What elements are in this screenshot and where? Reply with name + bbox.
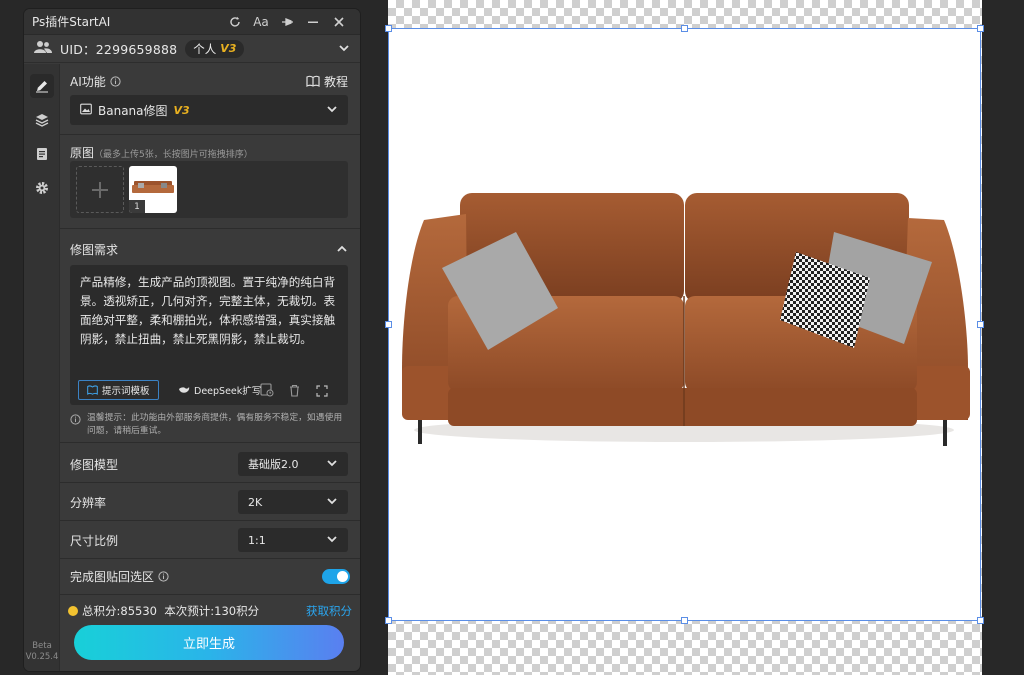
ai-function-header: AI功能 xyxy=(70,72,121,91)
ai-function-dropdown[interactable]: Banana修图 V3 xyxy=(70,95,348,125)
trash-icon[interactable] xyxy=(288,382,301,401)
layers-icon[interactable] xyxy=(30,108,54,132)
paste-back-row: 完成图贴回选区 xyxy=(60,558,360,594)
settings-gear-icon[interactable] xyxy=(30,176,54,200)
model-value: 基础版2.0 xyxy=(248,458,299,471)
version-label: Beta V0.25.4 xyxy=(24,641,60,663)
ratio-row: 尺寸比例 1:1 xyxy=(60,522,360,558)
edit-pen-icon[interactable] xyxy=(30,74,54,98)
version-number: V0.25.4 xyxy=(25,652,59,662)
source-image-tray: 1 xyxy=(70,161,348,218)
plugin-sidebar: Beta V0.25.4 xyxy=(24,64,60,671)
book-icon xyxy=(306,72,320,91)
resolution-row: 分辨率 2K xyxy=(60,484,360,520)
thumbnail-index: 1 xyxy=(129,200,145,213)
ai-function-version: V3 xyxy=(173,103,190,117)
ai-function-label: AI功能 xyxy=(70,75,106,89)
source-image-hint: （最多上传5张，长按图片可拖拽排序） xyxy=(94,150,253,160)
resolution-dropdown[interactable]: 2K xyxy=(238,490,348,514)
generate-button[interactable]: 立即生成 xyxy=(74,625,344,660)
document-image[interactable] xyxy=(388,28,981,621)
tutorial-link[interactable]: 教程 xyxy=(306,72,348,91)
notice-text: 温馨提示：此功能由外部服务商提供，偶有服务不稳定，如遇使用问题，请稍后重试。 xyxy=(87,413,343,436)
add-image-button[interactable] xyxy=(76,166,124,213)
pin-icon[interactable] xyxy=(274,12,300,32)
close-icon[interactable] xyxy=(326,12,352,32)
minimize-icon[interactable] xyxy=(300,12,326,32)
plan-badge: 个人 V3 xyxy=(185,39,245,58)
coin-icon xyxy=(68,606,78,616)
source-image-label: 原图 xyxy=(70,146,95,160)
chevron-down-icon[interactable] xyxy=(338,39,350,58)
model-dropdown[interactable]: 基础版2.0 xyxy=(238,452,348,476)
users-icon xyxy=(34,39,52,58)
startai-plugin-panel: Ps插件StartAI Aa UID：2299659888 个人 V3 Beta… xyxy=(24,9,360,671)
info-icon[interactable] xyxy=(158,570,169,582)
prompt-text[interactable]: 产品精修，生成产品的顶视图。置于纯净的纯白背景。透视矫正，几何对齐，完整主体，无… xyxy=(80,273,340,349)
ai-function-selected: Banana修图 xyxy=(98,103,168,118)
source-thumbnail[interactable]: 1 xyxy=(129,166,177,213)
plugin-title: Ps插件StartAI xyxy=(32,15,111,29)
refresh-icon[interactable] xyxy=(222,12,248,32)
user-bar[interactable]: UID：2299659888 个人 V3 xyxy=(24,35,360,63)
book-icon xyxy=(87,385,98,395)
paste-back-label: 完成图贴回选区 xyxy=(70,569,155,584)
chevron-down-icon xyxy=(326,457,338,472)
get-points-link[interactable]: 获取积分 xyxy=(306,603,352,619)
notice: 温馨提示：此功能由外部服务商提供，偶有服务不稳定，如遇使用问题，请稍后重试。 xyxy=(70,412,348,438)
plugin-titlebar[interactable]: Ps插件StartAI Aa xyxy=(24,9,360,35)
chevron-down-icon xyxy=(326,533,338,548)
divider xyxy=(60,228,360,229)
model-label: 修图模型 xyxy=(70,457,119,472)
resolution-value: 2K xyxy=(248,495,263,509)
plus-icon xyxy=(92,181,108,198)
model-row: 修图模型 基础版2.0 xyxy=(60,446,360,482)
info-icon[interactable] xyxy=(110,72,121,91)
deepseek-label: DeepSeek扩写 xyxy=(194,386,262,397)
chevron-down-icon xyxy=(326,495,338,510)
uid-label: UID：2299659888 xyxy=(60,42,178,57)
prompt-textarea[interactable]: 产品精修，生成产品的顶视图。置于纯净的纯白背景。透视矫正，几何对齐，完整主体，无… xyxy=(70,265,348,405)
points-bar: 总积分:85530 本次预计:130积分 获取积分 xyxy=(68,603,352,619)
prompt-template-button[interactable]: 提示词模板 xyxy=(78,380,159,400)
prompt-template-label: 提示词模板 xyxy=(102,386,150,397)
deepseek-expand-button[interactable]: DeepSeek扩写 xyxy=(178,380,261,400)
font-size-button[interactable]: Aa xyxy=(248,12,274,32)
history-icon[interactable] xyxy=(260,382,274,401)
ratio-dropdown[interactable]: 1:1 xyxy=(238,528,348,552)
source-image-header: 原图 （最多上传5张，长按图片可拖拽排序） xyxy=(70,144,253,161)
plan-label: 个人 xyxy=(193,41,217,56)
chevron-down-icon xyxy=(326,103,338,118)
ratio-label: 尺寸比例 xyxy=(70,533,119,548)
divider xyxy=(60,482,360,483)
divider xyxy=(60,594,360,595)
plugin-content: AI功能 教程 Banana修图 V3 原图 （最多上传5张，长按图片可拖拽排序… xyxy=(60,64,360,671)
plan-version: V3 xyxy=(220,42,237,55)
info-icon xyxy=(70,414,81,425)
divider xyxy=(60,134,360,135)
expand-icon[interactable] xyxy=(316,382,328,401)
chevron-up-icon[interactable] xyxy=(336,240,348,259)
edit-request-label: 修图需求 xyxy=(70,243,119,257)
deepseek-whale-icon xyxy=(179,387,190,393)
divider xyxy=(60,520,360,521)
version-beta: Beta xyxy=(32,641,52,651)
resolution-label: 分辨率 xyxy=(70,495,107,510)
sofa-image xyxy=(402,193,970,446)
document-list-icon[interactable] xyxy=(30,142,54,166)
ratio-value: 1:1 xyxy=(248,533,266,547)
paste-back-toggle[interactable] xyxy=(322,568,350,584)
tutorial-label: 教程 xyxy=(323,75,348,89)
points-summary: 总积分:85530 本次预计:130积分 xyxy=(82,604,260,618)
image-icon xyxy=(80,103,92,118)
divider xyxy=(60,442,360,443)
